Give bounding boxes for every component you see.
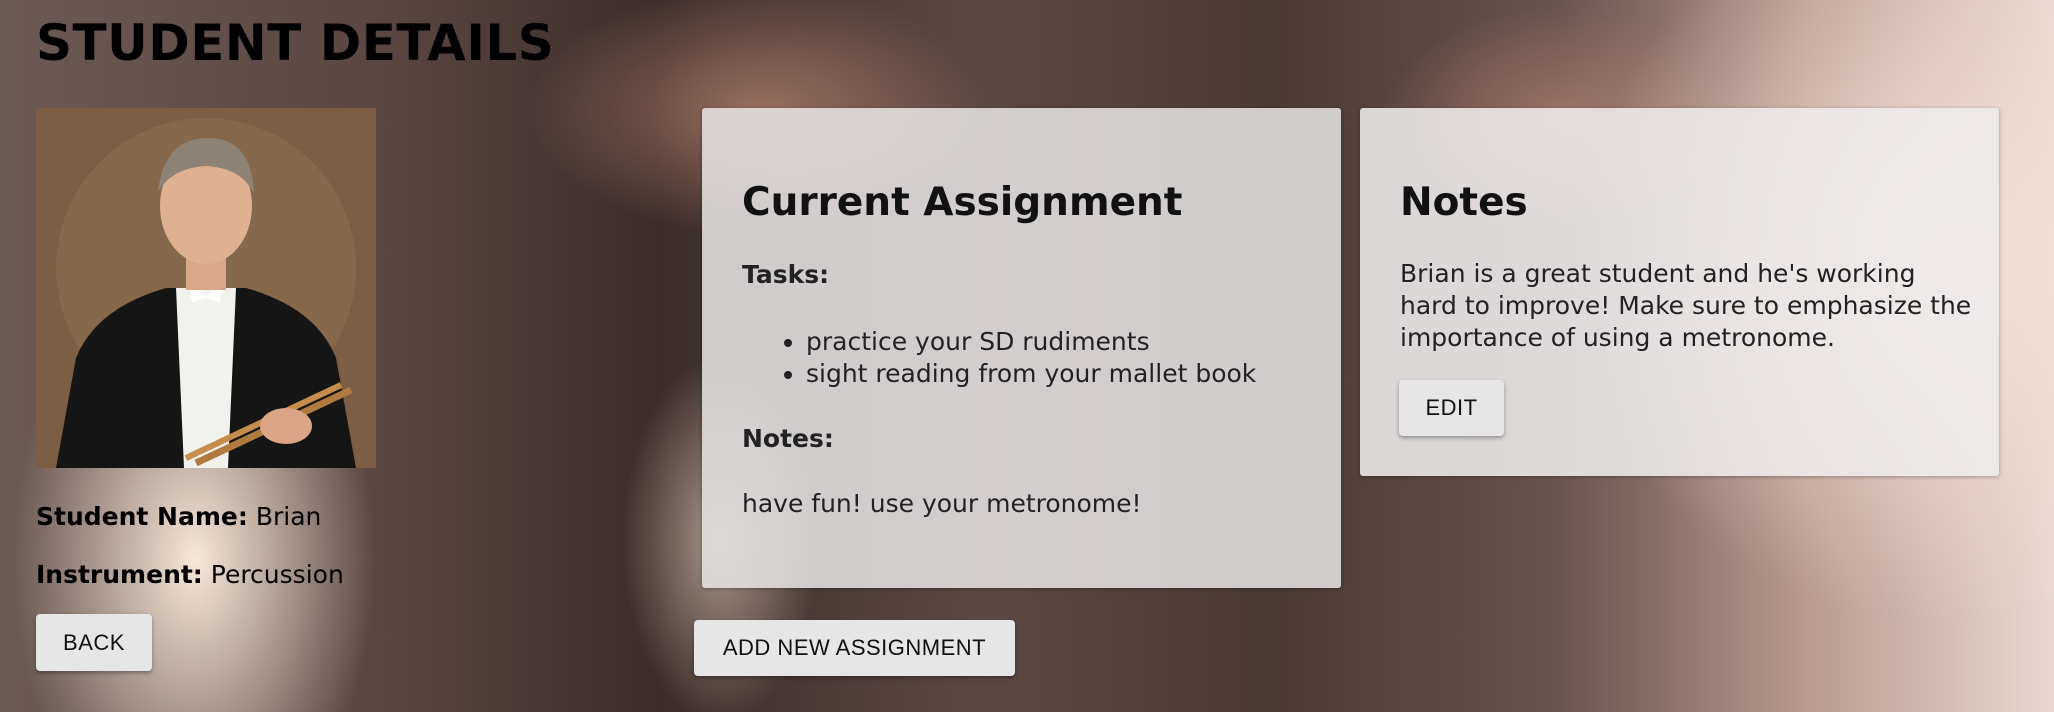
task-list: practice your SD rudiments sight reading… [742,326,1256,390]
current-assignment-card: Current Assignment Tasks: practice your … [702,108,1341,588]
tasks-label: Tasks: [742,260,830,289]
student-name-line: Student Name: Brian [36,502,321,531]
page-title: STUDENT DETAILS [36,14,555,72]
task-item: practice your SD rudiments [806,326,1256,358]
edit-button[interactable]: EDIT [1399,380,1504,436]
back-button[interactable]: BACK [36,614,152,671]
assignment-notes-text: have fun! use your metronome! [742,489,1142,518]
assignment-notes-label: Notes: [742,424,834,453]
notes-heading: Notes [1400,180,1528,225]
instrument-label: Instrument: [36,560,203,589]
add-new-assignment-button[interactable]: ADD NEW ASSIGNMENT [694,620,1015,676]
task-item: sight reading from your mallet book [806,358,1256,390]
student-name-label: Student Name: [36,502,248,531]
instrument-value: Percussion [210,560,344,589]
notes-text: Brian is a great student and he's workin… [1400,259,1972,352]
notes-card: Notes Brian is a great student and he's … [1360,108,1999,476]
instrument-line: Instrument: Percussion [36,560,344,589]
student-name-value: Brian [255,502,322,531]
student-photo [36,108,376,468]
assignment-heading: Current Assignment [742,180,1183,225]
